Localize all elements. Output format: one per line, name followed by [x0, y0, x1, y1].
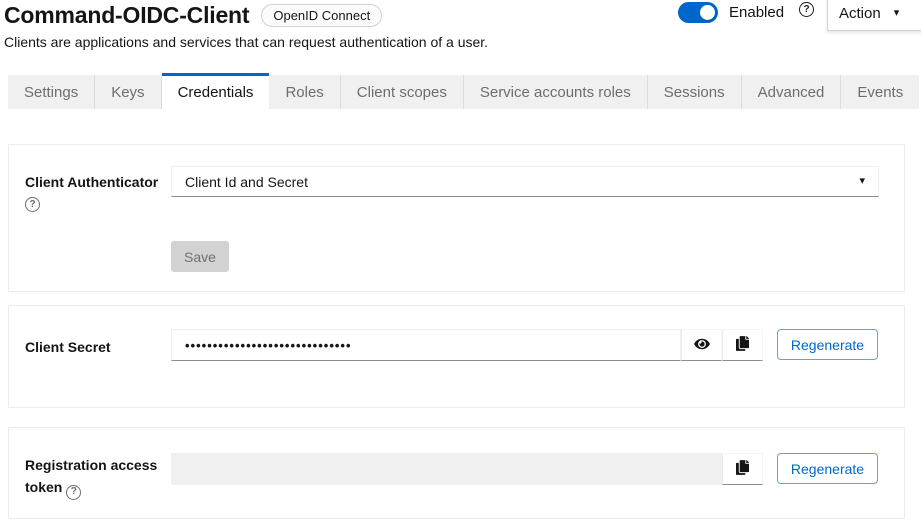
tab-sessions[interactable]: Sessions: [648, 75, 742, 109]
client-authenticator-card: Client Authenticator ? Client Id and Sec…: [8, 144, 905, 292]
tab-roles[interactable]: Roles: [269, 75, 340, 109]
client-tabs: Settings Keys Credentials Roles Client s…: [8, 73, 919, 109]
credentials-page: Command-OIDC-Client OpenID Connect Clien…: [0, 0, 921, 521]
registration-token-label-line2: token: [25, 479, 62, 495]
copy-secret-button[interactable]: [722, 329, 763, 361]
client-authenticator-selected-value: Client Id and Secret: [185, 174, 308, 190]
registration-token-card: Registration access token? Regenerate: [8, 427, 905, 519]
protocol-badge: OpenID Connect: [261, 4, 382, 27]
registration-token-field: [171, 453, 722, 485]
copy-token-button[interactable]: [722, 453, 763, 485]
page-header: Command-OIDC-Client OpenID Connect: [4, 2, 382, 29]
caret-down-icon: ▾: [894, 8, 900, 19]
page-title: Command-OIDC-Client: [4, 2, 249, 29]
action-dropdown-label: Action: [839, 5, 881, 22]
copy-icon: [736, 460, 749, 478]
tab-keys[interactable]: Keys: [95, 75, 161, 109]
client-secret-label: Client Secret: [25, 336, 111, 358]
client-secret-card: Client Secret ••••••••••••••••••••••••••…: [8, 305, 905, 408]
enabled-help-icon[interactable]: ?: [799, 2, 814, 17]
client-authenticator-select[interactable]: Client Id and Secret ▾: [171, 166, 879, 197]
enabled-label: Enabled: [729, 4, 784, 21]
client-secret-input-group: ••••••••••••••••••••••••••••••: [171, 329, 763, 361]
registration-token-label: Registration access token?: [25, 454, 173, 500]
page-subtitle: Clients are applications and services th…: [4, 34, 488, 50]
tab-settings[interactable]: Settings: [8, 75, 95, 109]
client-authenticator-help-icon[interactable]: ?: [25, 197, 40, 212]
copy-icon: [736, 336, 749, 354]
tab-client-scopes[interactable]: Client scopes: [341, 75, 464, 109]
client-authenticator-label: Client Authenticator: [25, 171, 175, 193]
tab-events[interactable]: Events: [841, 75, 919, 109]
enabled-toggle[interactable]: [678, 2, 718, 23]
registration-token-help-icon[interactable]: ?: [66, 485, 81, 500]
tab-credentials[interactable]: Credentials: [162, 73, 270, 109]
caret-down-icon: ▾: [859, 176, 865, 187]
tab-service-accounts-roles[interactable]: Service accounts roles: [464, 75, 648, 109]
regenerate-token-button[interactable]: Regenerate: [777, 453, 878, 484]
registration-token-label-line1: Registration access: [25, 457, 157, 473]
client-secret-field[interactable]: ••••••••••••••••••••••••••••••: [171, 329, 681, 361]
show-secret-button[interactable]: [681, 329, 722, 361]
save-button[interactable]: Save: [171, 241, 229, 272]
tab-advanced[interactable]: Advanced: [742, 75, 842, 109]
regenerate-secret-button[interactable]: Regenerate: [777, 329, 878, 360]
action-dropdown[interactable]: Action ▾: [827, 0, 921, 31]
eye-icon: [694, 337, 710, 354]
toggle-knob: [700, 5, 715, 20]
